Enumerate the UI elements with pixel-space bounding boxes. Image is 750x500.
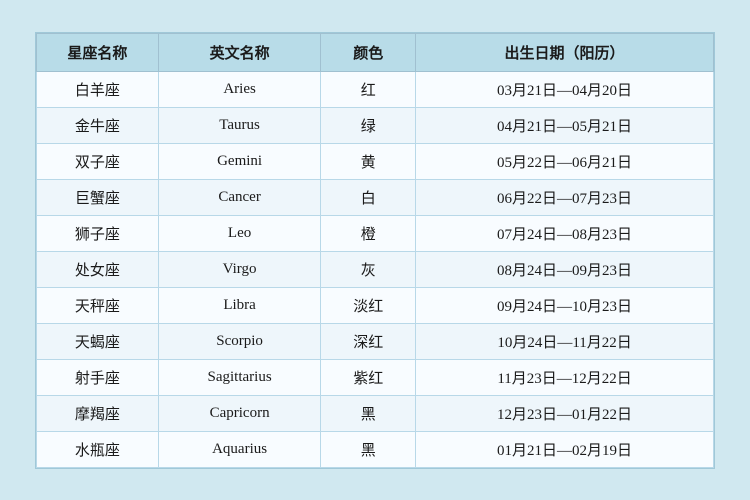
cell-chinese: 巨蟹座 <box>37 179 159 215</box>
header-english: 英文名称 <box>158 33 320 71</box>
cell-english: Scorpio <box>158 323 320 359</box>
cell-date: 09月24日—10月23日 <box>416 287 714 323</box>
cell-chinese: 天蝎座 <box>37 323 159 359</box>
cell-date: 07月24日—08月23日 <box>416 215 714 251</box>
cell-chinese: 天秤座 <box>37 287 159 323</box>
cell-color: 橙 <box>321 215 416 251</box>
cell-date: 06月22日—07月23日 <box>416 179 714 215</box>
cell-chinese: 白羊座 <box>37 71 159 107</box>
cell-chinese: 金牛座 <box>37 107 159 143</box>
cell-color: 紫红 <box>321 359 416 395</box>
cell-chinese: 水瓶座 <box>37 431 159 467</box>
table-row: 处女座Virgo灰08月24日—09月23日 <box>37 251 714 287</box>
cell-english: Sagittarius <box>158 359 320 395</box>
cell-color: 绿 <box>321 107 416 143</box>
cell-english: Leo <box>158 215 320 251</box>
cell-color: 红 <box>321 71 416 107</box>
cell-english: Aquarius <box>158 431 320 467</box>
cell-date: 04月21日—05月21日 <box>416 107 714 143</box>
cell-english: Libra <box>158 287 320 323</box>
cell-english: Taurus <box>158 107 320 143</box>
table-row: 金牛座Taurus绿04月21日—05月21日 <box>37 107 714 143</box>
table-header-row: 星座名称 英文名称 颜色 出生日期（阳历） <box>37 33 714 71</box>
cell-date: 10月24日—11月22日 <box>416 323 714 359</box>
cell-color: 淡红 <box>321 287 416 323</box>
cell-chinese: 射手座 <box>37 359 159 395</box>
table-row: 射手座Sagittarius紫红11月23日—12月22日 <box>37 359 714 395</box>
header-date: 出生日期（阳历） <box>416 33 714 71</box>
header-color: 颜色 <box>321 33 416 71</box>
table-row: 水瓶座Aquarius黑01月21日—02月19日 <box>37 431 714 467</box>
table-row: 双子座Gemini黄05月22日—06月21日 <box>37 143 714 179</box>
table-row: 摩羯座Capricorn黑12月23日—01月22日 <box>37 395 714 431</box>
table-row: 白羊座Aries红03月21日—04月20日 <box>37 71 714 107</box>
cell-color: 白 <box>321 179 416 215</box>
table-row: 狮子座Leo橙07月24日—08月23日 <box>37 215 714 251</box>
zodiac-table: 星座名称 英文名称 颜色 出生日期（阳历） 白羊座Aries红03月21日—04… <box>36 33 714 468</box>
cell-date: 03月21日—04月20日 <box>416 71 714 107</box>
cell-chinese: 狮子座 <box>37 215 159 251</box>
cell-date: 12月23日—01月22日 <box>416 395 714 431</box>
cell-english: Virgo <box>158 251 320 287</box>
cell-english: Gemini <box>158 143 320 179</box>
cell-english: Aries <box>158 71 320 107</box>
header-chinese: 星座名称 <box>37 33 159 71</box>
cell-color: 黑 <box>321 431 416 467</box>
zodiac-table-container: 星座名称 英文名称 颜色 出生日期（阳历） 白羊座Aries红03月21日—04… <box>35 32 715 469</box>
cell-color: 深红 <box>321 323 416 359</box>
table-row: 天秤座Libra淡红09月24日—10月23日 <box>37 287 714 323</box>
cell-chinese: 处女座 <box>37 251 159 287</box>
cell-english: Cancer <box>158 179 320 215</box>
cell-color: 黑 <box>321 395 416 431</box>
table-row: 巨蟹座Cancer白06月22日—07月23日 <box>37 179 714 215</box>
table-body: 白羊座Aries红03月21日—04月20日金牛座Taurus绿04月21日—0… <box>37 71 714 467</box>
cell-date: 01月21日—02月19日 <box>416 431 714 467</box>
cell-color: 灰 <box>321 251 416 287</box>
cell-date: 11月23日—12月22日 <box>416 359 714 395</box>
cell-chinese: 摩羯座 <box>37 395 159 431</box>
cell-english: Capricorn <box>158 395 320 431</box>
cell-chinese: 双子座 <box>37 143 159 179</box>
cell-date: 05月22日—06月21日 <box>416 143 714 179</box>
cell-date: 08月24日—09月23日 <box>416 251 714 287</box>
cell-color: 黄 <box>321 143 416 179</box>
table-row: 天蝎座Scorpio深红10月24日—11月22日 <box>37 323 714 359</box>
